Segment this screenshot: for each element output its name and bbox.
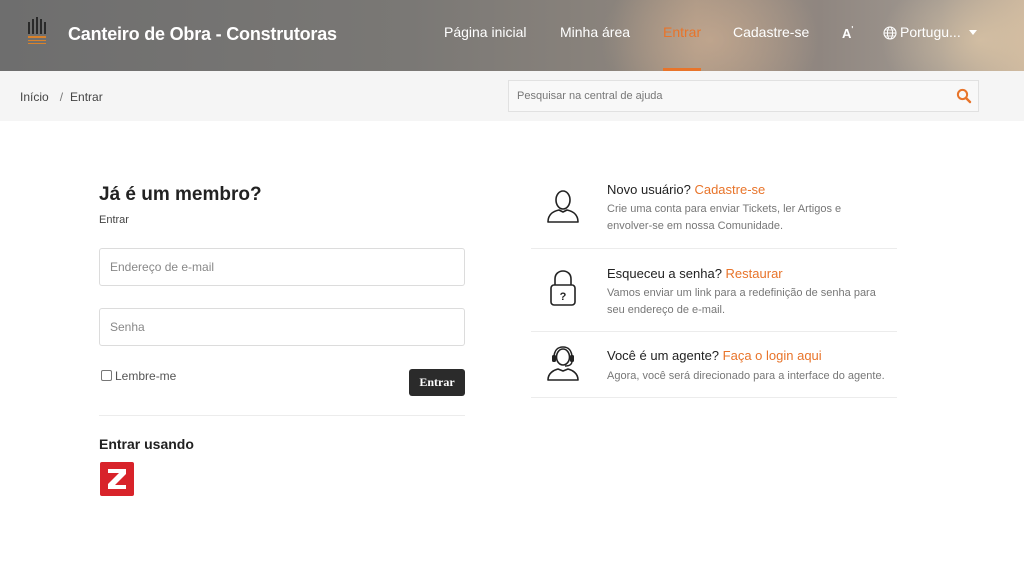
breadcrumb: Início / Entrar [20, 90, 103, 104]
company-logo-icon[interactable] [26, 16, 50, 48]
divider [531, 248, 897, 249]
agent-login-link[interactable]: Faça o login aqui [723, 348, 822, 363]
zoho-sso-icon[interactable] [100, 462, 134, 496]
language-selector[interactable]: Portugu... [883, 24, 977, 40]
brand-name[interactable]: Canteiro de Obra - Construtoras [68, 24, 337, 45]
breadcrumb-bar: Início / Entrar [0, 71, 1024, 121]
login-heading: Já é um membro? [99, 184, 262, 205]
nav-login[interactable]: Entrar [663, 24, 702, 71]
info-new-user-desc: Crie uma conta para enviar Tickets, ler … [607, 203, 842, 232]
login-submit-button[interactable]: Entrar [409, 369, 465, 396]
info-agent-desc: Agora, você será direcionado para a inte… [607, 370, 885, 382]
sso-heading: Entrar usando [99, 436, 194, 452]
remember-me-label: Lembre-me [115, 369, 177, 383]
password-field [99, 308, 465, 346]
nav-my-area[interactable]: Minha área [560, 24, 630, 71]
headset-agent-icon [547, 346, 579, 381]
language-label: Portugu... [900, 24, 961, 40]
info-agent: Você é um agente? Faça o login aqui Agor… [531, 346, 897, 397]
email-input[interactable] [100, 249, 464, 285]
user-icon [547, 190, 579, 223]
info-forgot-prefix: Esqueceu a senha? [607, 266, 726, 281]
info-agent-prefix: Você é um agente? [607, 348, 723, 363]
font-toggle-label: A [842, 26, 852, 41]
svg-text:?: ? [560, 291, 567, 303]
help-search [508, 80, 979, 112]
globe-icon [883, 26, 897, 40]
password-input[interactable] [100, 309, 464, 345]
chevron-down-icon [968, 30, 977, 35]
divider [531, 331, 897, 332]
info-forgot-password: ? Esqueceu a senha? Restaurar Vamos envi… [531, 264, 897, 332]
divider [531, 397, 897, 398]
search-icon[interactable] [956, 88, 972, 104]
signup-link[interactable]: Cadastre-se [694, 182, 765, 197]
font-size-toggle[interactable]: A' [842, 25, 853, 41]
top-header: Canteiro de Obra - Construtoras Página i… [0, 0, 1024, 71]
login-subheading: Entrar [99, 214, 129, 226]
info-forgot-title: Esqueceu a senha? Restaurar [607, 266, 783, 281]
info-new-user-title: Novo usuário? Cadastre-se [607, 182, 765, 197]
lock-icon: ? [550, 270, 576, 306]
search-input[interactable] [517, 81, 937, 111]
info-forgot-desc: Vamos enviar um link para a redefinição … [607, 287, 876, 316]
nav-signup[interactable]: Cadastre-se [733, 24, 809, 71]
info-new-user-prefix: Novo usuário? [607, 182, 695, 197]
breadcrumb-current: Entrar [70, 90, 103, 104]
nav-home[interactable]: Página inicial [444, 24, 527, 71]
info-agent-title: Você é um agente? Faça o login aqui [607, 348, 822, 363]
divider [99, 415, 465, 416]
remember-me-checkbox[interactable] [101, 370, 112, 381]
breadcrumb-home[interactable]: Início [20, 90, 49, 104]
restore-password-link[interactable]: Restaurar [726, 266, 783, 281]
info-new-user: Novo usuário? Cadastre-se Crie uma conta… [531, 180, 897, 248]
email-field [99, 248, 465, 286]
remember-me[interactable]: Lembre-me [101, 369, 176, 383]
breadcrumb-separator: / [59, 90, 64, 104]
